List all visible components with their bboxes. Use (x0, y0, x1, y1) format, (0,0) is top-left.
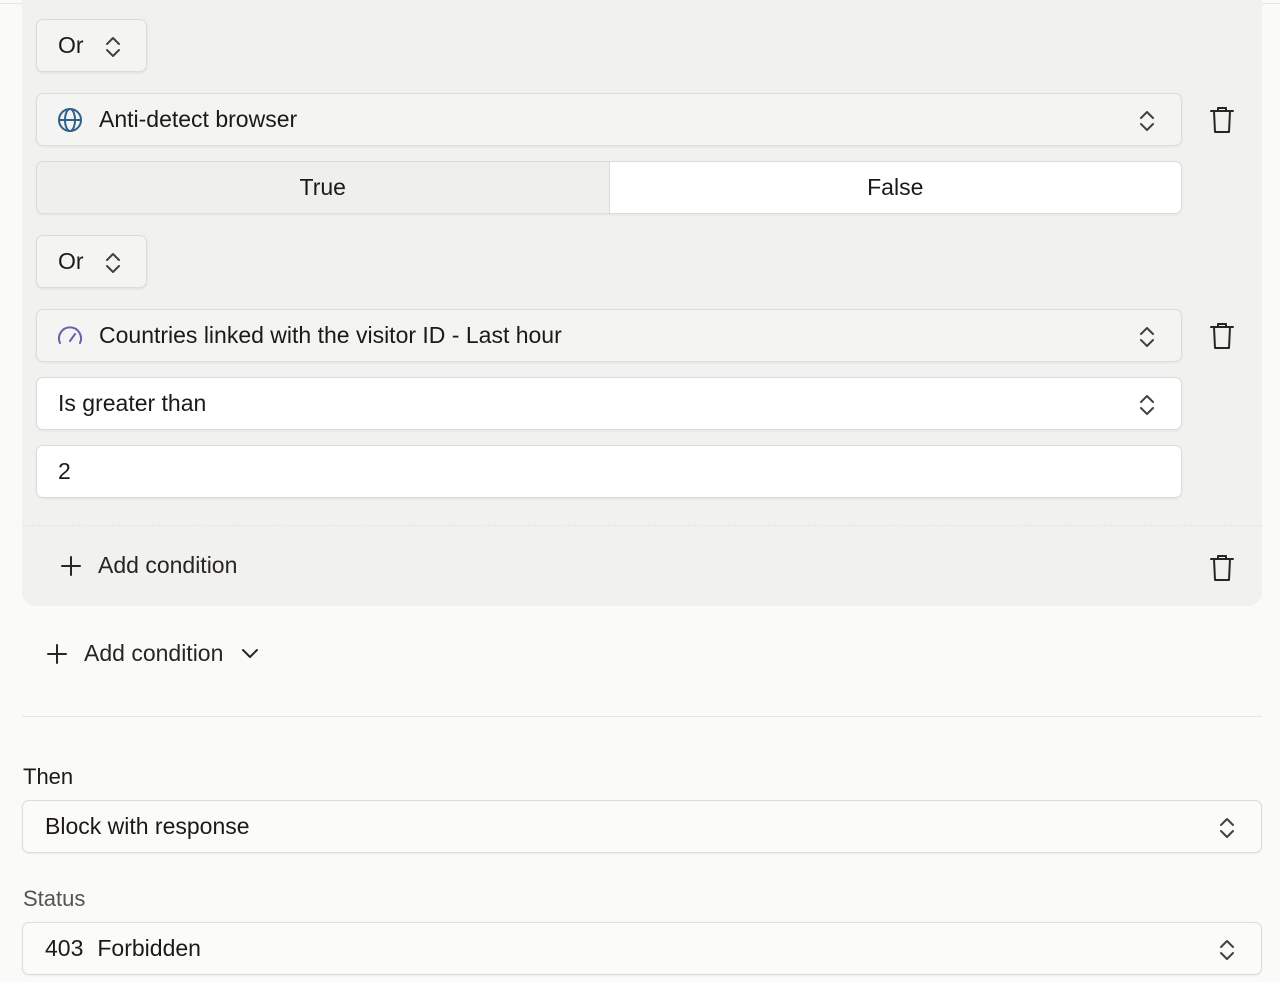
add-condition-label: Add condition (98, 552, 238, 578)
add-condition-dropdown-button[interactable]: Add condition (46, 640, 259, 667)
trash-icon[interactable] (1209, 322, 1235, 350)
chevron-up-down-icon (106, 253, 120, 273)
section-divider (22, 716, 1262, 717)
chevron-down-icon (242, 648, 259, 658)
logical-operator-label: Or (58, 248, 84, 274)
chevron-up-down-icon (1140, 327, 1154, 347)
status-code: 403 (45, 935, 84, 961)
action-label: Block with response (45, 813, 250, 839)
globe-icon (58, 108, 82, 132)
status-text: Forbidden (97, 935, 201, 961)
false-option[interactable]: False (608, 162, 1181, 213)
chevron-up-down-icon (1220, 818, 1234, 838)
condition-field-label: Countries linked with the visitor ID - L… (99, 322, 562, 348)
action-select[interactable]: Block with response (22, 800, 1262, 853)
chevron-up-down-icon (1140, 395, 1154, 415)
plus-icon (47, 643, 67, 664)
add-condition-label: Add condition (84, 640, 224, 666)
trash-icon[interactable] (1209, 106, 1235, 134)
comparator-select[interactable]: Is greater than (36, 377, 1182, 430)
add-condition-button[interactable]: Add condition (60, 552, 237, 579)
trash-icon[interactable] (1209, 554, 1235, 582)
gauge-icon (58, 326, 82, 344)
chevron-up-down-icon (1140, 111, 1154, 131)
condition-field-label: Anti-detect browser (99, 106, 298, 132)
boolean-toggle: True False (36, 161, 1182, 214)
status-label: Status (23, 886, 86, 911)
logical-operator-select[interactable]: Or (36, 19, 147, 72)
logical-operator-label: Or (58, 32, 84, 58)
true-option[interactable]: True (37, 162, 609, 213)
status-select[interactable]: 403 Forbidden (22, 922, 1262, 975)
value-input[interactable]: 2 (36, 445, 1182, 498)
condition-field-select[interactable]: Countries linked with the visitor ID - L… (36, 309, 1182, 362)
dashed-divider (22, 525, 1262, 526)
chevron-up-down-icon (1220, 940, 1234, 960)
chevron-up-down-icon (106, 37, 120, 57)
plus-icon (61, 555, 81, 576)
condition-field-select[interactable]: Anti-detect browser (36, 93, 1182, 146)
condition-group (22, 0, 1262, 606)
then-label: Then (23, 764, 74, 789)
logical-operator-select[interactable]: Or (36, 235, 147, 288)
value-text: 2 (58, 458, 71, 484)
comparator-label: Is greater than (58, 390, 207, 416)
